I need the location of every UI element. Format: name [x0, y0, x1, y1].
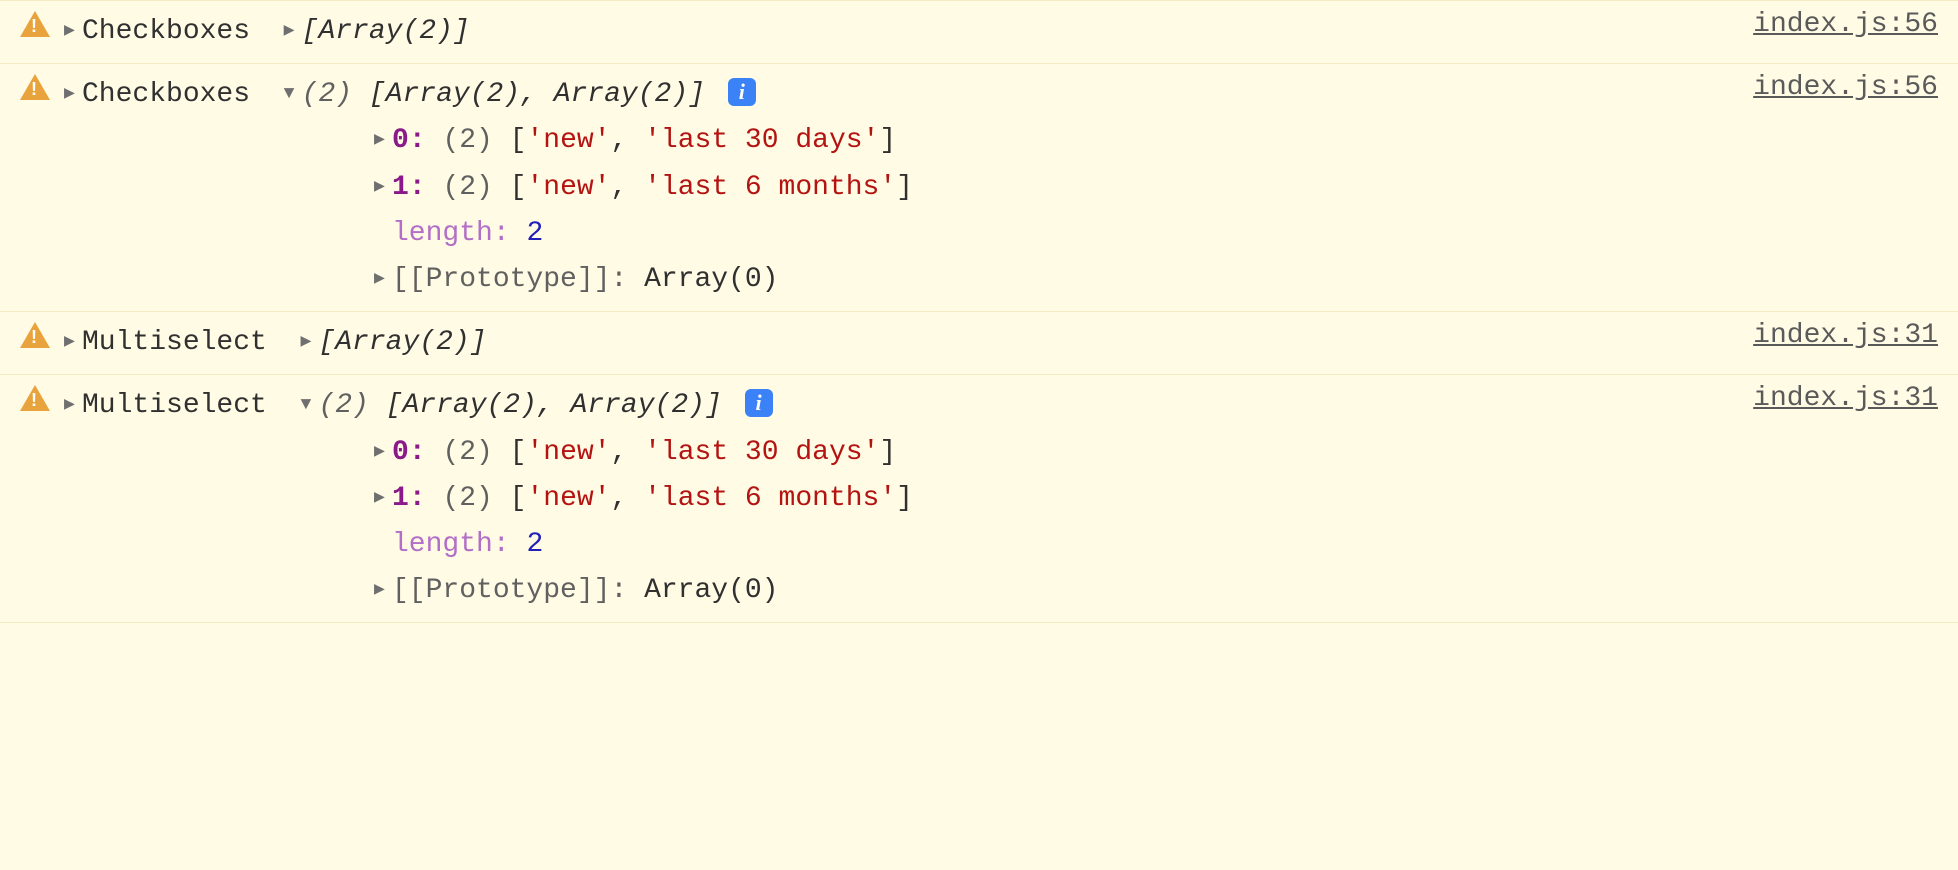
nested-properties: 0: (2) ['new', 'last 30 days'] 1: (2) ['…: [374, 118, 1733, 303]
prototype-label: [[Prototype]]: [392, 575, 610, 606]
log-content[interactable]: Checkboxes (2) [Array(2), Array(2)] i 0:…: [64, 72, 1733, 303]
item-value: 'last 30 days': [644, 125, 879, 156]
expand-toggle-summary[interactable]: [300, 320, 318, 366]
item-value: 'new': [526, 172, 610, 203]
info-icon[interactable]: i: [745, 389, 773, 417]
gutter: [20, 72, 64, 109]
console-warning-row: Checkboxes (2) [Array(2), Array(2)] i 0:…: [0, 64, 1958, 312]
log-label: Multiselect: [82, 327, 267, 358]
log-content[interactable]: Multiselect (2) [Array(2), Array(2)] i 0…: [64, 383, 1733, 614]
gutter: [20, 383, 64, 420]
warning-icon: [20, 11, 50, 37]
prototype-label: [[Prototype]]: [392, 264, 610, 295]
expand-toggle[interactable]: [64, 72, 82, 118]
log-label: Multiselect: [82, 390, 267, 421]
length-value: 2: [526, 529, 543, 560]
log-summary-count: (2): [318, 390, 368, 421]
source-link[interactable]: index.js:31: [1753, 383, 1938, 414]
expand-toggle[interactable]: [374, 476, 392, 522]
prototype-line[interactable]: [[Prototype]]: Array(0): [374, 568, 1733, 614]
expand-toggle-summary[interactable]: [284, 9, 302, 55]
item-index: 0: [392, 125, 409, 156]
prototype-line[interactable]: [[Prototype]]: Array(0): [374, 257, 1733, 303]
source-link[interactable]: index.js:56: [1753, 9, 1938, 40]
expand-toggle[interactable]: [64, 320, 82, 366]
log-summary: [Array(2)]: [302, 16, 470, 47]
item-value: 'new': [526, 125, 610, 156]
array-item[interactable]: 1: (2) ['new', 'last 6 months']: [374, 476, 1733, 522]
item-value: 'last 30 days': [644, 437, 879, 468]
item-value: 'last 6 months': [644, 172, 896, 203]
log-label: Checkboxes: [82, 79, 250, 110]
expand-toggle-summary[interactable]: [284, 72, 302, 118]
item-value: 'new': [526, 437, 610, 468]
expand-toggle[interactable]: [374, 165, 392, 211]
array-item[interactable]: 0: (2) ['new', 'last 30 days']: [374, 430, 1733, 476]
prototype-value: Array(0): [644, 264, 778, 295]
expand-toggle-summary[interactable]: [300, 383, 318, 429]
item-value: 'new': [526, 483, 610, 514]
item-index: 1: [392, 483, 409, 514]
expand-toggle[interactable]: [64, 9, 82, 55]
source-link[interactable]: index.js:31: [1753, 320, 1938, 351]
length-line: length: 2: [374, 211, 1733, 257]
expand-toggle[interactable]: [374, 118, 392, 164]
array-item[interactable]: 1: (2) ['new', 'last 6 months']: [374, 165, 1733, 211]
length-label: length: [392, 218, 493, 249]
log-content[interactable]: Checkboxes [Array(2)]: [64, 9, 1733, 55]
expand-toggle[interactable]: [374, 568, 392, 614]
expand-toggle[interactable]: [374, 430, 392, 476]
item-count: (2): [442, 437, 492, 468]
length-label: length: [392, 529, 493, 560]
nested-properties: 0: (2) ['new', 'last 30 days'] 1: (2) ['…: [374, 430, 1733, 615]
console-warning-row: Multiselect (2) [Array(2), Array(2)] i 0…: [0, 375, 1958, 623]
item-index: 1: [392, 172, 409, 203]
item-count: (2): [442, 483, 492, 514]
warning-icon: [20, 385, 50, 411]
log-label: Checkboxes: [82, 16, 250, 47]
length-value: 2: [526, 218, 543, 249]
log-content[interactable]: Multiselect [Array(2)]: [64, 320, 1733, 366]
array-item[interactable]: 0: (2) ['new', 'last 30 days']: [374, 118, 1733, 164]
console-warning-row: Checkboxes [Array(2)] index.js:56: [0, 0, 1958, 64]
item-value: 'last 6 months': [644, 483, 896, 514]
gutter: [20, 9, 64, 46]
warning-icon: [20, 322, 50, 348]
log-summary: [Array(2), Array(2)]: [369, 79, 705, 110]
gutter: [20, 320, 64, 357]
expand-toggle[interactable]: [64, 383, 82, 429]
warning-icon: [20, 74, 50, 100]
item-count: (2): [442, 125, 492, 156]
log-summary: [Array(2), Array(2)]: [386, 390, 722, 421]
item-count: (2): [442, 172, 492, 203]
length-line: length: 2: [374, 522, 1733, 568]
expand-toggle[interactable]: [374, 257, 392, 303]
info-icon[interactable]: i: [728, 78, 756, 106]
log-summary-count: (2): [302, 79, 352, 110]
console-warning-row: Multiselect [Array(2)] index.js:31: [0, 312, 1958, 375]
prototype-value: Array(0): [644, 575, 778, 606]
source-link[interactable]: index.js:56: [1753, 72, 1938, 103]
log-summary: [Array(2)]: [318, 327, 486, 358]
item-index: 0: [392, 437, 409, 468]
